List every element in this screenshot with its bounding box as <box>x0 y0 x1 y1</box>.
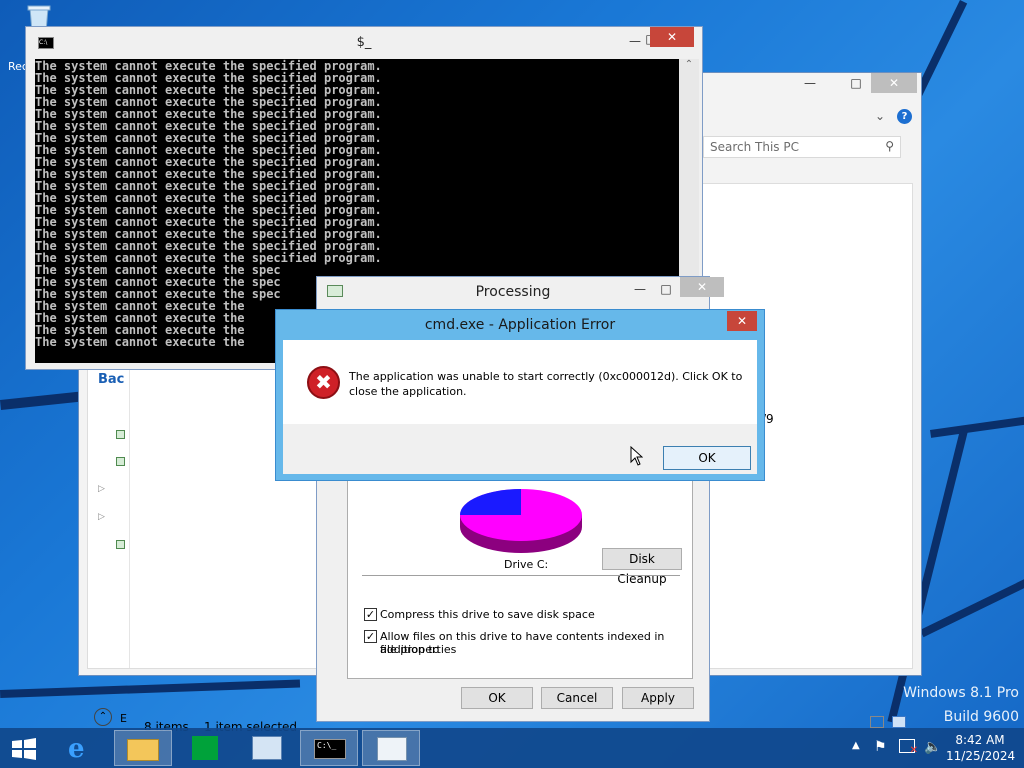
ok-button[interactable]: OK <box>461 687 533 709</box>
close-button[interactable]: ✕ <box>727 311 757 331</box>
taskbar-properties[interactable] <box>362 730 420 766</box>
compress-label: Compress this drive to save disk space <box>380 608 595 621</box>
error-icon: ✖ <box>307 366 340 399</box>
taskbar-store[interactable] <box>176 730 234 766</box>
close-button[interactable]: ✕ <box>871 73 917 93</box>
taskbar-system-app[interactable] <box>238 730 296 766</box>
index-label-line2: file properties <box>380 643 457 656</box>
search-input[interactable]: Search This PC ⚲ <box>703 136 901 158</box>
system-app-icon <box>252 736 282 760</box>
wallpaper-streak <box>930 410 1024 438</box>
scroll-up-icon[interactable]: ⌃ <box>679 59 699 70</box>
error-footer: OK <box>283 424 757 474</box>
taskbar-cmd[interactable]: C:\_ <box>300 730 358 766</box>
pie-slice-used <box>460 489 521 515</box>
watermark-line1: Windows 8.1 Pro <box>903 685 1019 701</box>
disk-usage-pie-chart <box>460 489 582 553</box>
network-icon[interactable]: ✕ <box>899 739 918 756</box>
clock-date[interactable]: 11/25/2024 <box>946 749 1015 763</box>
collapse-nav-icon[interactable]: ⌃ <box>94 708 112 726</box>
start-button[interactable] <box>10 738 38 760</box>
expand-arrow-icon[interactable]: ▷ <box>98 484 105 494</box>
apply-button[interactable]: Apply <box>622 687 694 709</box>
cmd-app-icon: C:\_ <box>314 739 346 759</box>
error-title: cmd.exe - Application Error <box>424 317 616 333</box>
nav-tree-item[interactable] <box>116 540 125 549</box>
store-icon <box>192 736 218 760</box>
search-icon: ⚲ <box>885 139 894 153</box>
drive-label: Drive C: <box>504 558 549 571</box>
mouse-cursor-icon <box>630 445 644 469</box>
error-dialog: cmd.exe - Application Error ✕ ✖ The appl… <box>275 309 765 481</box>
wallpaper-streak <box>0 679 301 698</box>
close-button[interactable]: ✕ <box>650 27 694 47</box>
action-center-flag-icon[interactable]: ⚑ <box>874 739 887 755</box>
cancel-button[interactable]: Cancel <box>541 687 613 709</box>
taskbar-internet-explorer[interactable]: e <box>52 730 110 766</box>
nav-tree-item[interactable] <box>116 430 125 439</box>
disk-cleanup-button[interactable]: Disk Cleanup <box>602 548 682 586</box>
internet-explorer-icon: e <box>68 734 85 764</box>
watermark-line2: Build 9600 <box>943 709 1019 725</box>
taskbar: e C:\_ ▲ ⚑ ✕ 🔈 8:42 AM 11/25/2024 <box>0 728 1024 768</box>
index-checkbox[interactable]: ✓ <box>364 630 377 643</box>
ok-button[interactable]: OK <box>663 446 751 470</box>
wallpaper-streak <box>920 577 1024 638</box>
folder-icon <box>127 739 159 761</box>
chevron-down-icon[interactable]: ⌄ <box>875 109 885 123</box>
clock-time[interactable]: 8:42 AM <box>952 733 1008 747</box>
windows-logo-icon <box>12 738 36 760</box>
nav-tree-item[interactable] <box>116 457 125 466</box>
error-message-line1: The application was unable to start corr… <box>349 370 743 383</box>
divider <box>362 575 680 576</box>
cmd-title: $_ <box>356 35 372 50</box>
compress-checkbox[interactable]: ✓ <box>364 608 377 621</box>
properties-app-icon <box>377 737 407 761</box>
nav-partial-label: E <box>120 712 127 725</box>
expand-arrow-icon[interactable]: ▷ <box>98 512 105 522</box>
search-placeholder: Search This PC <box>710 140 799 154</box>
nav-back-link[interactable]: Bac <box>98 372 124 387</box>
error-content: ✖ The application was unable to start co… <box>283 340 757 474</box>
show-hidden-icons-icon[interactable]: ▲ <box>852 740 860 751</box>
help-icon[interactable]: ? <box>897 109 912 124</box>
tiles-view-icon[interactable] <box>892 716 906 728</box>
taskbar-file-explorer[interactable] <box>114 730 172 766</box>
error-message-line2: close the application. <box>349 385 467 398</box>
close-button[interactable]: ✕ <box>680 277 724 297</box>
details-view-icon[interactable] <box>870 716 884 728</box>
minimize-button[interactable]: — <box>787 73 833 93</box>
volume-icon[interactable]: 🔈 <box>924 739 941 755</box>
